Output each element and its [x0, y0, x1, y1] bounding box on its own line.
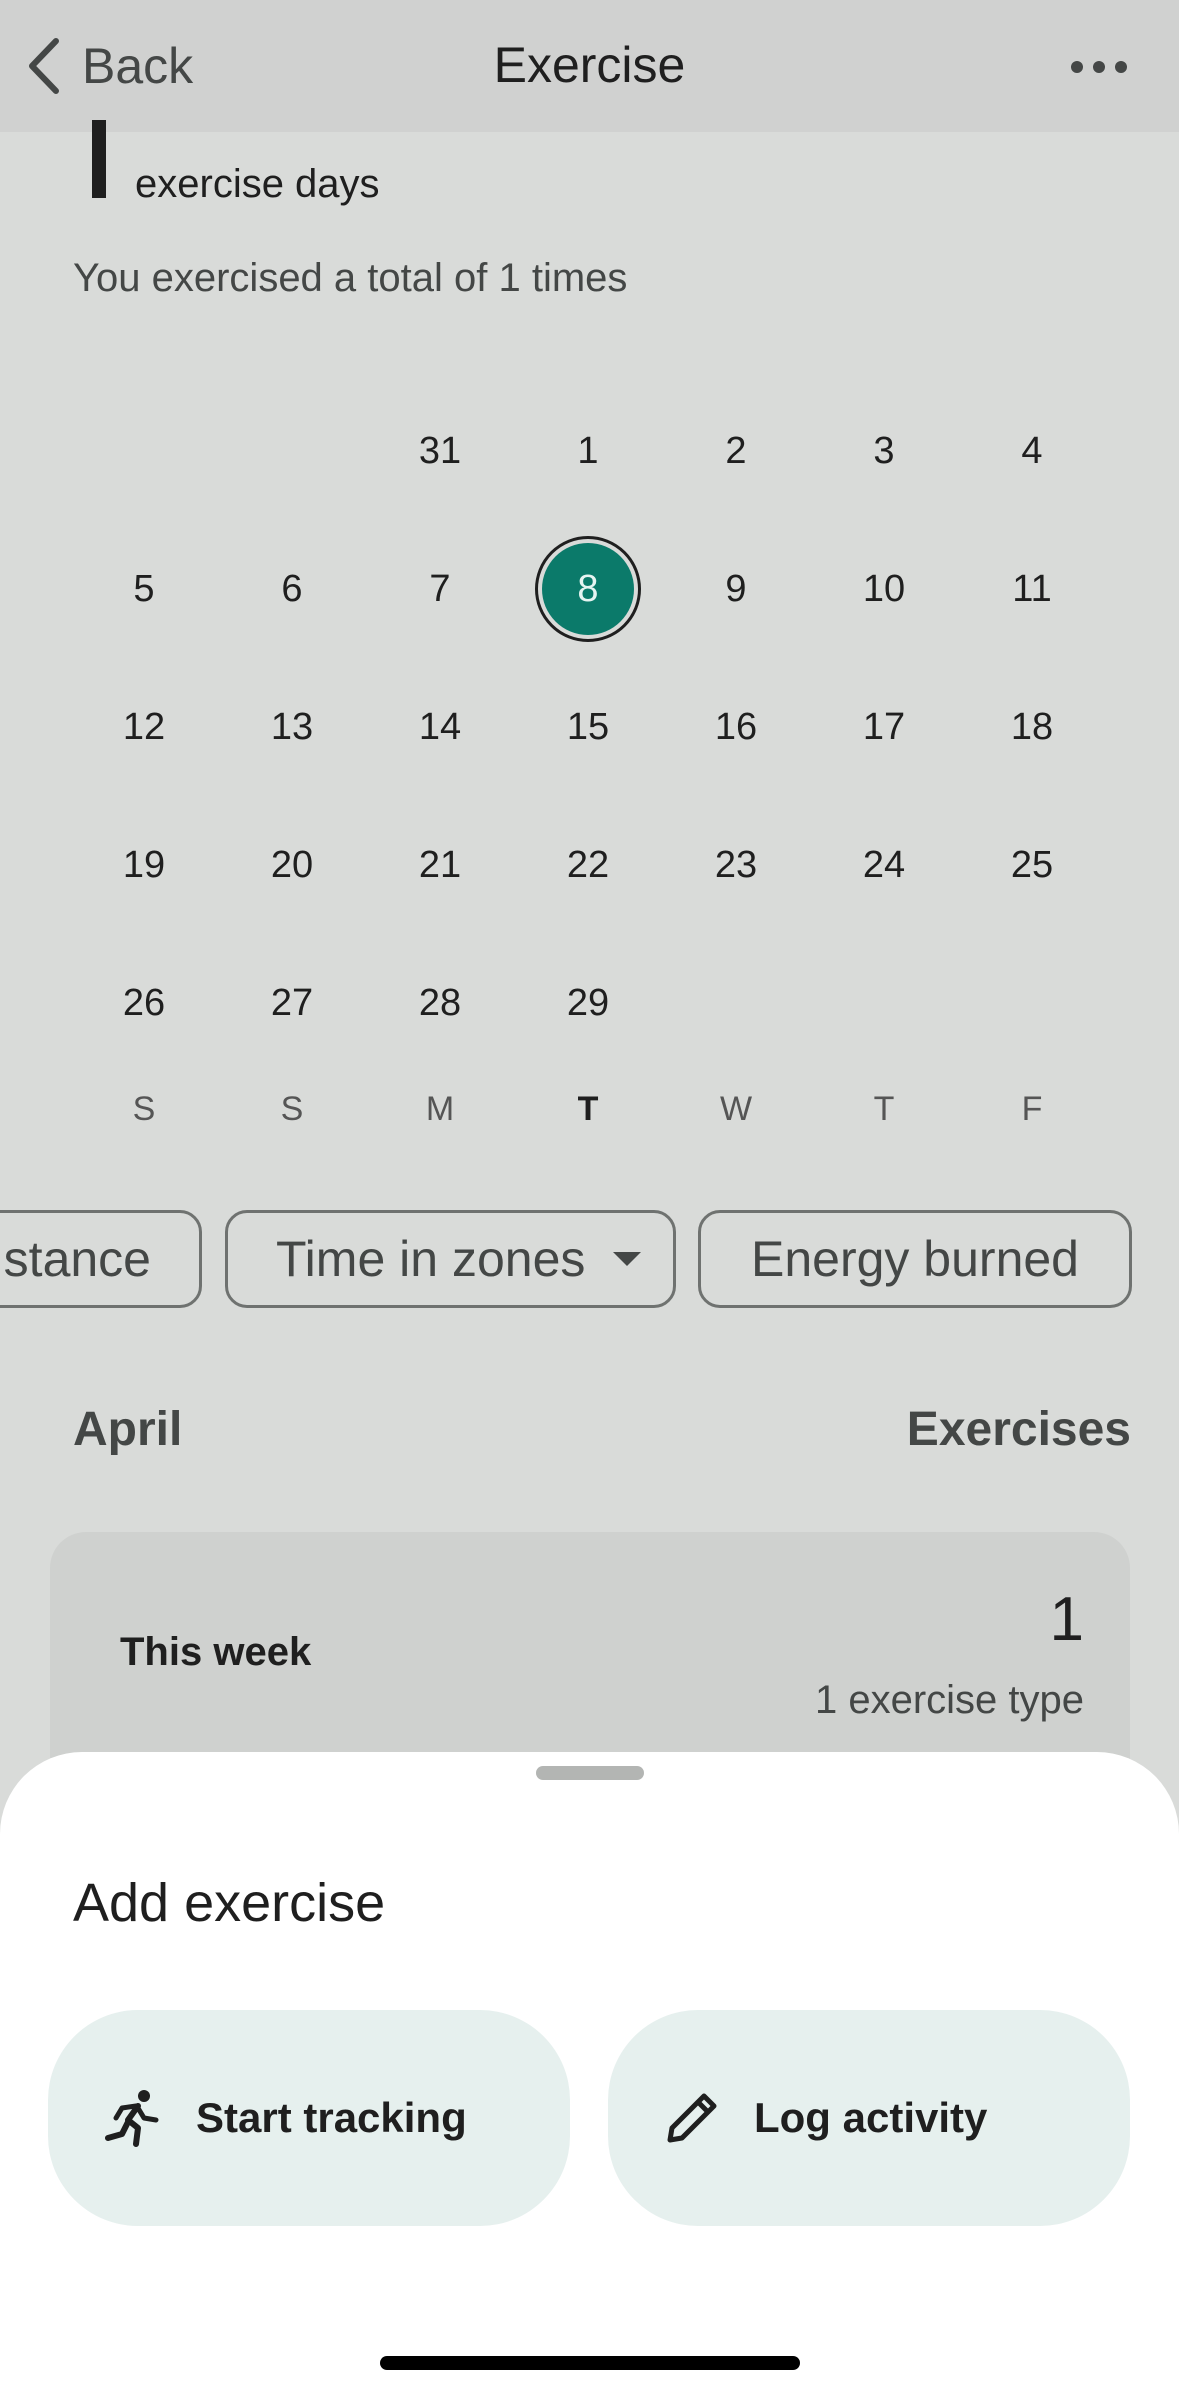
calendar-day[interactable]: 4: [958, 382, 1106, 520]
home-indicator: [380, 2356, 800, 2370]
page-title: Exercise: [493, 37, 686, 93]
more-dot-icon: [1115, 61, 1127, 73]
time-in-zones-label: Time in zones: [276, 1231, 586, 1287]
selected-day-number: 8: [542, 543, 634, 635]
week-exercise-types: 1 exercise type: [814, 1678, 1084, 1722]
metric-chip-row: stance Time in zones Energy burned: [0, 1210, 1179, 1308]
calendar-day[interactable]: 27: [218, 934, 366, 1072]
sheet-title: Add exercise: [73, 1873, 386, 1933]
calendar-day[interactable]: 9: [662, 520, 810, 658]
start-tracking-label: Start tracking: [196, 2094, 467, 2141]
calendar-day[interactable]: 5: [70, 520, 218, 658]
weekday-label: W: [719, 1090, 753, 1128]
calendar-empty-cell: [810, 934, 958, 1072]
dropdown-caret-icon: [613, 1252, 642, 1266]
calendar-day[interactable]: 1: [514, 382, 662, 520]
week-exercise-count: 1: [1049, 1585, 1084, 1654]
start-tracking-button[interactable]: Start tracking: [48, 2010, 570, 2226]
metric-label: Exercises: [906, 1403, 1131, 1456]
calendar-day[interactable]: 16: [662, 658, 810, 796]
calendar-day[interactable]: 12: [70, 658, 218, 796]
calendar-day[interactable]: 25: [958, 796, 1106, 934]
calendar-day[interactable]: 26: [70, 934, 218, 1072]
weekday-label: T: [577, 1090, 599, 1128]
calendar-empty-cell: [662, 934, 810, 1072]
calendar-day[interactable]: 19: [70, 796, 218, 934]
calendar-day[interactable]: 15: [514, 658, 662, 796]
calendar-day[interactable]: 14: [366, 658, 514, 796]
week-summary-card[interactable]: This week 1 1 exercise type: [50, 1532, 1130, 1772]
calendar-day[interactable]: 2: [662, 382, 810, 520]
calendar-day[interactable]: 31: [366, 382, 514, 520]
calendar-grid: 31 1 2 3 4 5 6 7 8 9 10 11 12 13 14 15 16 17 18 19 20 21 22 23 2…: [70, 382, 1106, 1072]
calendar-day[interactable]: 18: [958, 658, 1106, 796]
calendar-day[interactable]: 22: [514, 796, 662, 934]
selected-day-ring: 8: [535, 536, 641, 642]
energy-burned-label: Energy burned: [750, 1231, 1079, 1287]
calendar-day[interactable]: 6: [218, 520, 366, 658]
more-dot-icon: [1071, 61, 1083, 73]
calendar-day[interactable]: 7: [366, 520, 514, 658]
calendar-empty-cell: [218, 382, 366, 520]
weekday-label: F: [1021, 1090, 1043, 1128]
weekday-label: M: [425, 1090, 455, 1128]
total-exercises-text: You exercised a total of 1 times: [73, 256, 628, 300]
calendar-day[interactable]: 28: [366, 934, 514, 1072]
more-dot-icon: [1093, 61, 1105, 73]
calendar-day[interactable]: 13: [218, 658, 366, 796]
calendar-day[interactable]: 23: [662, 796, 810, 934]
weekday-label: T: [873, 1090, 895, 1128]
weekday-label: S: [280, 1090, 304, 1128]
month-label: April: [73, 1403, 183, 1456]
log-activity-label: Log activity: [754, 2094, 988, 2141]
calendar-day[interactable]: 17: [810, 658, 958, 796]
calendar-day[interactable]: 10: [810, 520, 958, 658]
add-exercise-sheet: Add exercise Start tracking Log activity: [0, 1752, 1179, 2396]
distance-chip[interactable]: stance: [0, 1210, 202, 1308]
calendar-empty-cell: [958, 934, 1106, 1072]
distance-chip-label: stance: [3, 1231, 151, 1287]
log-activity-button[interactable]: Log activity: [608, 2010, 1130, 2226]
calendar-day-selected[interactable]: 8: [514, 520, 662, 658]
calendar-day[interactable]: 20: [218, 796, 366, 934]
calendar-day[interactable]: 29: [514, 934, 662, 1072]
exercise-days-count: 1: [92, 120, 106, 198]
calendar-empty-cell: [70, 382, 218, 520]
calendar-day[interactable]: 21: [366, 796, 514, 934]
weekday-label: S: [132, 1090, 156, 1128]
calendar-day[interactable]: 24: [810, 796, 958, 934]
week-label: This week: [120, 1630, 312, 1674]
energy-burned-chip[interactable]: Energy burned: [698, 1210, 1132, 1308]
weekday-header: SSMTWTF: [70, 1090, 1106, 1129]
pencil-icon: [667, 2093, 717, 2143]
calendar-day[interactable]: 11: [958, 520, 1106, 658]
running-person-icon: [105, 2090, 159, 2147]
top-nav-bar: Back Exercise: [0, 0, 1179, 132]
more-options-button[interactable]: [1059, 42, 1139, 92]
time-in-zones-chip[interactable]: Time in zones: [225, 1210, 676, 1308]
exercise-days-label: exercise days: [135, 162, 380, 206]
sheet-drag-handle[interactable]: [536, 1766, 644, 1780]
calendar-day[interactable]: 3: [810, 382, 958, 520]
